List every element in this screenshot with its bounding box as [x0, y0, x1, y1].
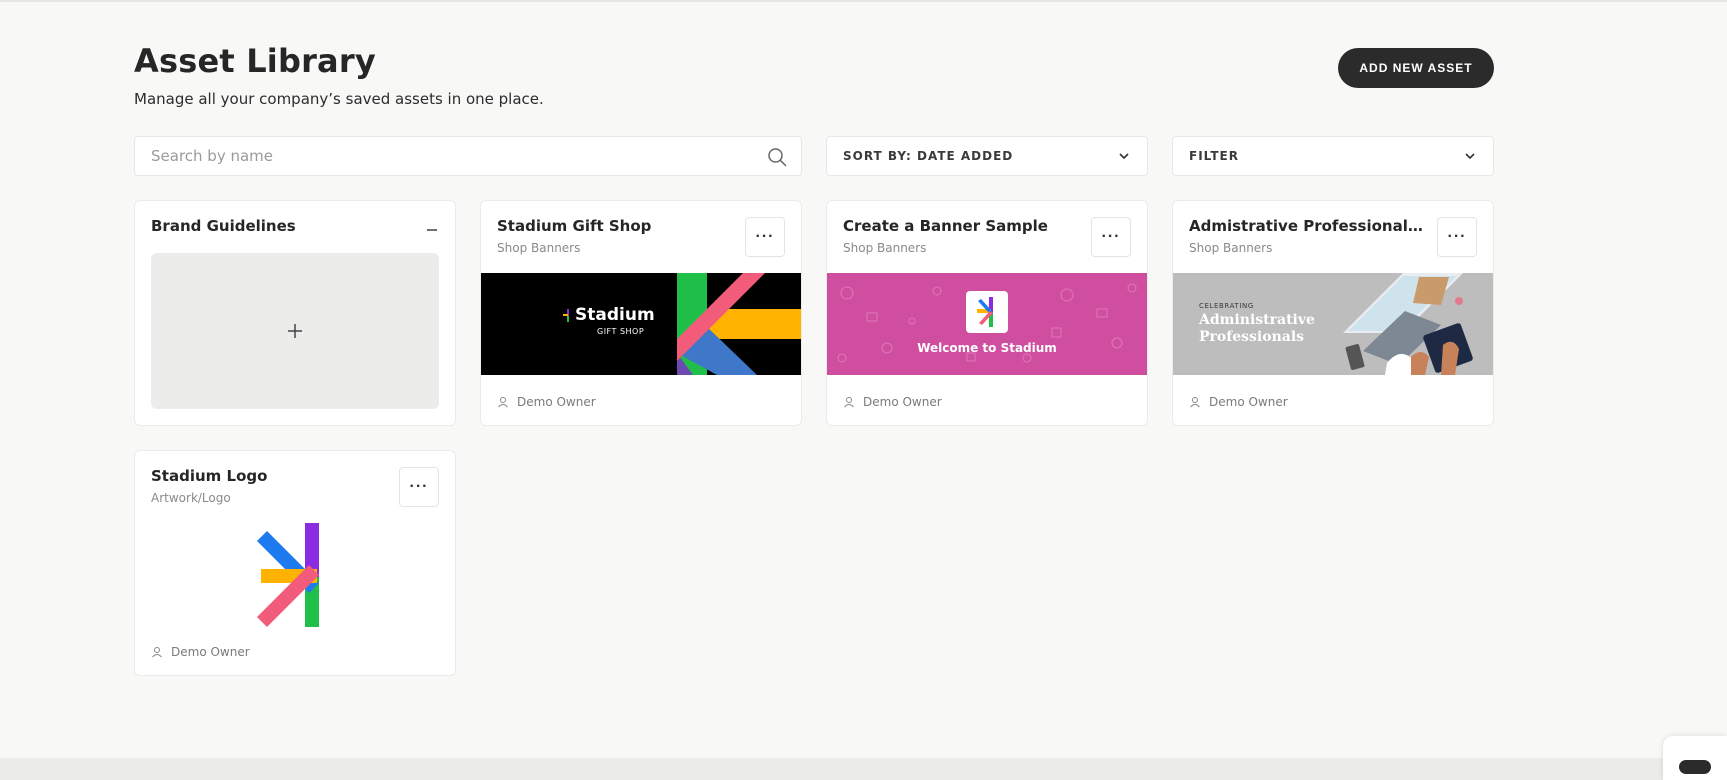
asset-category: Shop Banners: [497, 241, 581, 255]
thumb-brand-subtext: GIFT SHOP: [597, 327, 645, 336]
more-options-button[interactable]: ···: [399, 467, 439, 507]
search-icon[interactable]: [767, 147, 787, 167]
owner-name: Demo Owner: [517, 395, 596, 409]
asset-title: Stadium Logo: [151, 467, 268, 485]
plus-icon: [288, 324, 302, 338]
user-icon: [1190, 397, 1200, 408]
sort-dropdown[interactable]: SORT BY: DATE ADDED: [826, 136, 1148, 176]
asset-thumbnail: [135, 521, 455, 631]
add-brand-guideline-dropzone[interactable]: [151, 253, 439, 409]
page-title: Asset Library: [134, 42, 376, 80]
user-icon: [844, 397, 854, 408]
asset-owner: Demo Owner: [843, 395, 942, 409]
more-options-button[interactable]: ···: [1091, 217, 1131, 257]
asset-category: Shop Banners: [1189, 241, 1273, 255]
thumb-brand-text: Stadium: [575, 305, 655, 325]
more-options-button[interactable]: ···: [1437, 217, 1477, 257]
asset-owner: Demo Owner: [1189, 395, 1288, 409]
asset-card[interactable]: Create a Banner Sample Shop Banners ···: [826, 200, 1148, 426]
asset-card[interactable]: Stadium Gift Shop Shop Banners ··· Stadi…: [480, 200, 802, 426]
owner-name: Demo Owner: [863, 395, 942, 409]
top-divider: [0, 0, 1727, 2]
chevron-down-icon: [1465, 153, 1475, 160]
more-options-button[interactable]: ···: [745, 217, 785, 257]
asset-title: Admistrative Professionals C...: [1189, 217, 1425, 235]
filter-dropdown[interactable]: FILTER: [1172, 136, 1494, 176]
search-input[interactable]: [151, 137, 741, 175]
welcome-banner-art: [837, 283, 1137, 363]
chat-icon: [1679, 760, 1711, 774]
user-icon: [152, 647, 162, 658]
asset-thumbnail: CELEBRATING Administrative Professionals: [1173, 273, 1493, 375]
asset-title: Create a Banner Sample: [843, 217, 1048, 235]
asset-title: Stadium Gift Shop: [497, 217, 652, 235]
asset-category: Shop Banners: [843, 241, 927, 255]
thumb-line2-text: Professionals: [1199, 329, 1305, 345]
owner-name: Demo Owner: [171, 645, 250, 659]
thumb-line1-text: Administrative: [1199, 312, 1315, 328]
add-new-asset-button[interactable]: ADD NEW ASSET: [1338, 48, 1494, 88]
stadium-logo-icon: [257, 523, 319, 627]
brand-guidelines-card: Brand Guidelines: [134, 200, 456, 426]
stadium-mini-logo-icon: [563, 309, 569, 322]
thumb-welcome-text: Welcome to Stadium: [917, 341, 1057, 355]
asset-owner: Demo Owner: [497, 395, 596, 409]
chat-widget-button[interactable]: [1663, 736, 1727, 780]
footer-band: [0, 758, 1727, 780]
sort-label: SORT BY: DATE ADDED: [843, 149, 1014, 163]
asset-card[interactable]: Stadium Logo Artwork/Logo ··· Demo Owner: [134, 450, 456, 676]
owner-name: Demo Owner: [1209, 395, 1288, 409]
asset-thumbnail: Welcome to Stadium: [827, 273, 1147, 375]
asset-owner: Demo Owner: [151, 645, 250, 659]
minus-icon[interactable]: [425, 223, 439, 237]
chevron-down-icon: [1119, 153, 1129, 160]
page-subtitle: Manage all your company’s saved assets i…: [134, 90, 544, 108]
asset-thumbnail: Stadium GIFT SHOP: [481, 273, 801, 375]
filter-label: FILTER: [1189, 149, 1239, 163]
asset-category: Artwork/Logo: [151, 491, 231, 505]
thumb-kicker-text: CELEBRATING: [1199, 302, 1254, 310]
brand-guidelines-title: Brand Guidelines: [151, 217, 296, 235]
search-box: [134, 136, 802, 176]
user-icon: [498, 397, 508, 408]
asset-card[interactable]: Admistrative Professionals C... Shop Ban…: [1172, 200, 1494, 426]
